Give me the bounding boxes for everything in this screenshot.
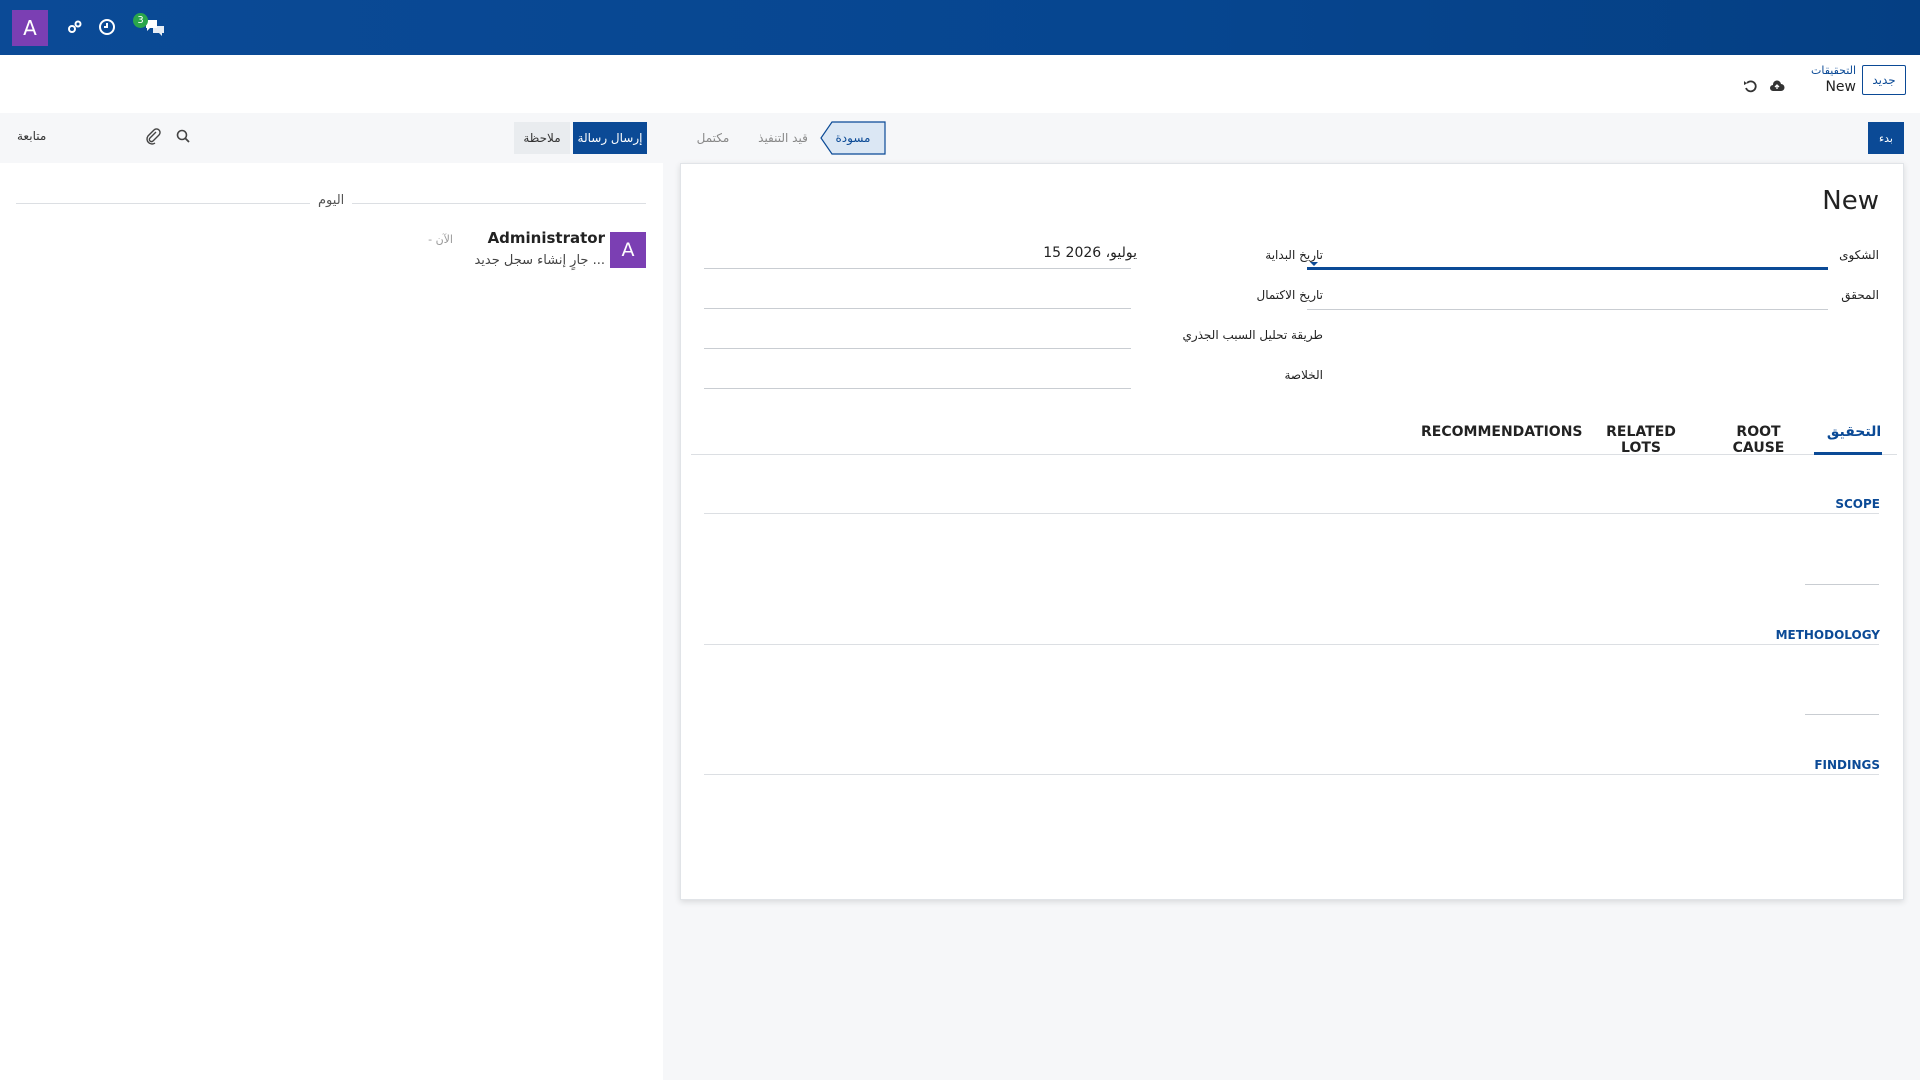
follow-button[interactable]: متابعة (17, 129, 46, 143)
tab-recommendations[interactable]: RECOMMENDATIONS (1421, 424, 1583, 440)
control-panel: جديد التحقيقات New (0, 55, 1920, 114)
breadcrumb-current: New (1825, 79, 1856, 95)
message-author[interactable]: Administrator (488, 229, 605, 247)
investigator-field[interactable] (1307, 309, 1828, 310)
stage-done[interactable]: مكتمل (680, 121, 746, 155)
chatter-panel: إرسال رسالة ملاحظة متابعة اليوم A Admini… (0, 113, 663, 1080)
scope-field[interactable] (1805, 584, 1879, 585)
section-methodology: METHODOLOGY (1775, 628, 1880, 642)
complaint-label: الشكوى (1839, 248, 1879, 262)
section-scope: SCOPE (1835, 497, 1880, 511)
record-title: New (1822, 186, 1879, 216)
section-findings: FINDINGS (1814, 758, 1880, 772)
discard-icon[interactable] (1741, 77, 1759, 95)
findings-divider (704, 774, 1879, 775)
scope-divider (704, 513, 1879, 514)
start-date-field[interactable] (704, 268, 1131, 269)
start-date-label: تاريخ البداية (1265, 248, 1323, 262)
tab-root-cause[interactable]: ROOT CAUSE (1711, 424, 1806, 456)
send-message-button[interactable]: إرسال رسالة (573, 122, 647, 154)
start-button[interactable]: بدء (1868, 122, 1904, 154)
start-date-value[interactable]: 15 يوليو، 2026 (1037, 245, 1137, 261)
completion-date-label: تاريخ الاكتمال (1256, 288, 1323, 302)
completion-date-field[interactable] (704, 308, 1131, 309)
status-bar: مسودة قيد التنفيذ مكتمل (680, 121, 886, 155)
breadcrumb-parent[interactable]: التحقيقات (1811, 64, 1856, 77)
stage-draft-label: مسودة (835, 131, 871, 145)
tab-related-lots[interactable]: RELATED LOTS (1586, 424, 1696, 456)
conclusion-field[interactable] (704, 388, 1131, 389)
settings-icon[interactable] (64, 16, 86, 38)
message-time: - الآن (428, 233, 453, 246)
chatter-toolbar: إرسال رسالة ملاحظة متابعة (0, 113, 663, 163)
message-body: جارٍ إنشاء سجل جديد ... (474, 253, 605, 268)
tab-investigation[interactable]: التحقيق (1826, 424, 1882, 440)
methodology-divider (704, 644, 1879, 645)
date-separator-label: اليوم (310, 193, 353, 208)
message-avatar[interactable]: A (610, 232, 646, 268)
methodology-field[interactable] (1805, 714, 1879, 715)
new-button[interactable]: جديد (1862, 65, 1906, 95)
root-cause-method-field[interactable] (704, 348, 1131, 349)
search-icon[interactable] (175, 128, 191, 148)
investigator-label: المحقق (1841, 288, 1879, 302)
paperclip-icon[interactable] (145, 127, 161, 149)
clock-icon[interactable] (96, 16, 118, 38)
form-sheet: New الشكوى المحقق تاريخ البداية 15 يوليو… (680, 163, 1904, 900)
conclusion-label: الخلاصة (1284, 368, 1323, 382)
top-navbar: A 3 (0, 0, 1920, 55)
stage-in-progress[interactable]: قيد التنفيذ (750, 121, 816, 155)
form-area: مسودة قيد التنفيذ مكتمل بدء New الشكوى ا… (663, 113, 1920, 1080)
user-avatar[interactable]: A (12, 10, 48, 46)
cloud-save-icon[interactable] (1768, 77, 1786, 95)
stage-draft[interactable]: مسودة (820, 121, 886, 155)
complaint-field[interactable] (1307, 267, 1828, 270)
root-cause-method-label: طريقة تحليل السبب الجذري (1182, 328, 1323, 342)
notification-badge: 3 (133, 13, 148, 28)
log-note-button[interactable]: ملاحظة (514, 122, 570, 154)
active-tab-indicator (1814, 452, 1882, 455)
